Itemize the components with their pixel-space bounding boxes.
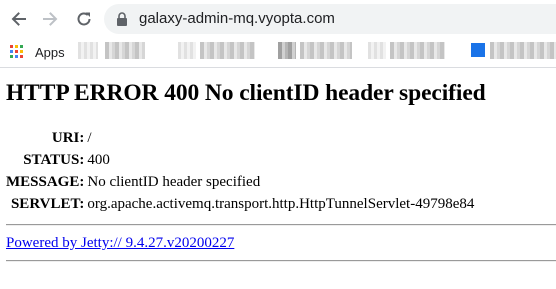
message-label: MESSAGE: — [6, 173, 85, 190]
divider — [6, 224, 556, 226]
redacted-bookmark-6[interactable] — [300, 42, 352, 59]
redacted-bookmark-3[interactable] — [178, 42, 196, 59]
url-text[interactable]: galaxy-admin-mq.vyopta.com — [139, 4, 335, 34]
error-details-table: URI: / STATUS: 400 MESSAGE: No clientID … — [6, 127, 474, 215]
uri-label: URI: — [51, 129, 85, 146]
redacted-bookmark-1[interactable] — [78, 42, 98, 59]
uri-value: / — [87, 129, 92, 146]
lock-icon[interactable] — [116, 12, 128, 26]
table-row: SERVLET: org.apache.activemq.transport.h… — [6, 193, 474, 215]
browser-toolbar: galaxy-admin-mq.vyopta.com — [0, 0, 556, 38]
bookmarks-bar: Apps — [0, 38, 556, 66]
bookmark-favicon — [471, 43, 485, 57]
reload-icon[interactable] — [73, 8, 95, 30]
status-value: 400 — [87, 151, 110, 168]
message-value: No clientID header specified — [87, 173, 261, 190]
apps-grid-icon — [10, 44, 25, 60]
powered-by-jetty-link[interactable]: Powered by Jetty:// 9.4.27.v20200227 — [6, 235, 234, 252]
redacted-bookmark-4[interactable] — [200, 42, 255, 59]
forward-arrow-icon[interactable] — [40, 8, 62, 30]
address-bar[interactable]: galaxy-admin-mq.vyopta.com — [104, 4, 556, 34]
divider — [6, 260, 556, 262]
servlet-value: org.apache.activemq.transport.http.HttpT… — [87, 195, 475, 212]
servlet-label: SERVLET: — [10, 195, 85, 212]
redacted-bookmark-7[interactable] — [368, 42, 386, 59]
redacted-bookmark-8[interactable] — [390, 42, 445, 59]
back-arrow-icon[interactable] — [7, 8, 29, 30]
error-heading: HTTP ERROR 400 No clientID header specif… — [6, 80, 486, 106]
redacted-bookmark-5[interactable] — [278, 42, 296, 59]
apps-label: Apps — [35, 44, 65, 60]
redacted-bookmark-2[interactable] — [105, 42, 145, 59]
redacted-bookmark-9[interactable] — [490, 42, 556, 59]
apps-shortcut[interactable]: Apps — [10, 42, 65, 62]
table-row: STATUS: 400 — [6, 149, 474, 171]
table-row: MESSAGE: No clientID header specified — [6, 171, 474, 193]
browser-chrome: galaxy-admin-mq.vyopta.com Apps — [0, 0, 556, 68]
table-row: URI: / — [6, 127, 474, 149]
status-label: STATUS: — [23, 151, 85, 168]
